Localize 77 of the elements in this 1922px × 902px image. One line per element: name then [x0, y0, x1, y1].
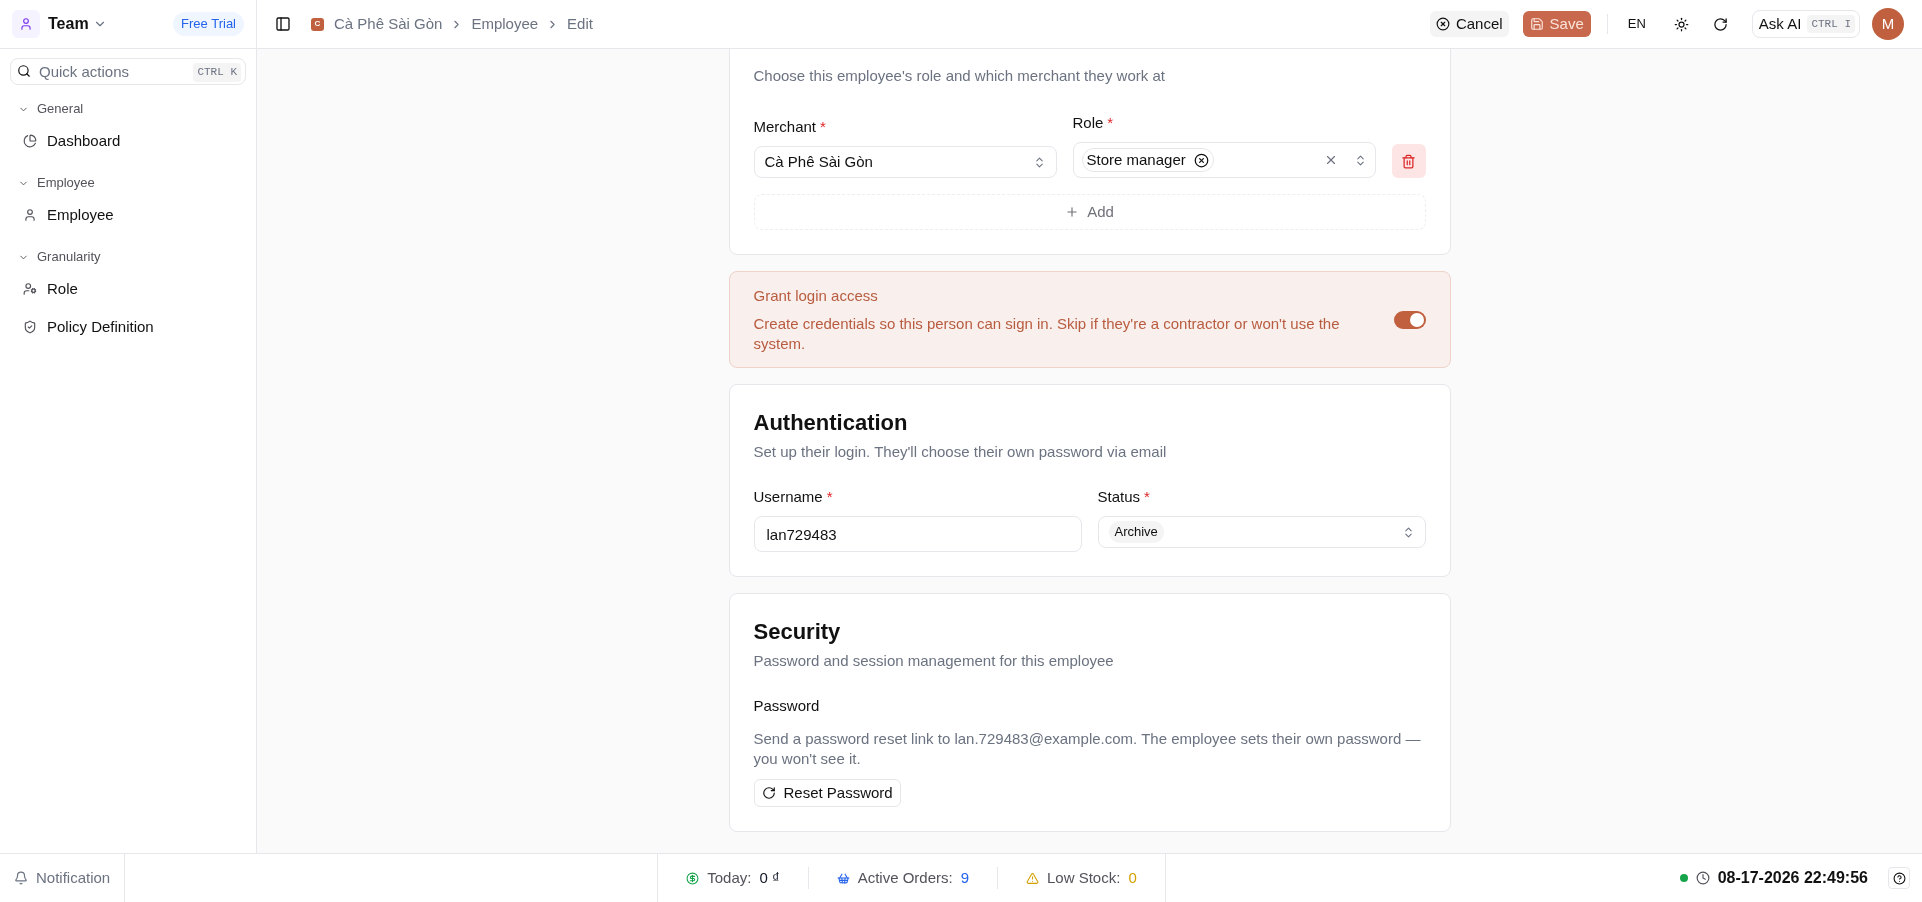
trash-icon [1401, 153, 1416, 169]
login-toggle[interactable] [1393, 310, 1426, 329]
nav-group-toggle[interactable]: Granularity [10, 245, 109, 269]
cancel-button[interactable]: Cancel [1429, 11, 1509, 37]
circle-x-icon [1435, 17, 1450, 31]
metric-value: 0 [1128, 867, 1137, 888]
password-help-text: Send a password reset link to lan.729483@example.com. The employee sets their own password — you won't see it. [753, 729, 1422, 769]
refresh-icon [761, 786, 776, 800]
nav-item[interactable]: Policy Definition [10, 309, 246, 345]
merchant-logo: C [311, 17, 324, 31]
basket-icon [836, 871, 850, 885]
shield-check-icon [23, 320, 37, 334]
status-select[interactable]: Archive [1097, 516, 1426, 548]
team-switcher[interactable]: Team [48, 12, 107, 36]
field-label: Username [753, 486, 823, 507]
bell-icon [14, 871, 28, 885]
panel-left-icon [275, 16, 291, 32]
required-mark: * [820, 116, 826, 137]
required-mark: * [826, 486, 833, 507]
help-icon [1892, 871, 1906, 885]
metric-value: 9 [960, 867, 969, 888]
section-subtitle: Set up their login. They'll choose their own password via email [753, 442, 1168, 462]
field-label: Merchant [753, 116, 817, 137]
warning-icon [1026, 871, 1039, 885]
user-icon [19, 17, 33, 31]
user-cog-icon [23, 282, 37, 296]
field-label: Password [753, 695, 821, 716]
metric-value: 0 ₫ [759, 867, 780, 888]
reset-password-button[interactable]: Reset Password [753, 779, 901, 807]
user-icon [23, 208, 37, 222]
panel-title: Grant login access [753, 286, 879, 307]
username-field[interactable]: lan729483 [753, 516, 1082, 552]
notification-button[interactable]: Notification [0, 854, 126, 902]
breadcrumb-link[interactable]: Cà Phê Sài Gòn [334, 12, 443, 36]
nav-group-toggle[interactable]: Employee [10, 171, 103, 195]
sidebar-toggle[interactable] [275, 16, 291, 32]
refresh-icon [1712, 16, 1728, 32]
section-subtitle: Password and session management for this employee [753, 651, 1115, 671]
save-icon [1529, 17, 1544, 31]
breadcrumb-link[interactable]: Edit [567, 12, 593, 36]
field-label: Role [1072, 112, 1104, 133]
ask-ai-button[interactable]: Ask AI CTRL I [1751, 10, 1860, 38]
metric-label: Today: [707, 867, 752, 888]
user-avatar[interactable]: M [1872, 8, 1904, 40]
add-button[interactable]: Add [753, 194, 1426, 230]
nav-group-toggle[interactable]: General [10, 97, 92, 121]
pie-chart-icon [23, 134, 37, 148]
panel-text: Create credentials so this person can sign in. Skip if they're a contractor or won't use the system. [753, 313, 1341, 354]
shortcut-hint: CTRL K [193, 63, 241, 82]
section-subtitle: Choose this employee's role and which merchant they work at [753, 66, 1166, 86]
nav-item[interactable]: Role [10, 271, 246, 307]
language-button[interactable]: EN [1623, 14, 1650, 34]
help-button[interactable] [1888, 867, 1910, 889]
section-title: Authentication [753, 409, 909, 437]
plus-icon [1065, 205, 1080, 219]
date-time: 08-17-2026 22:49:56 [1717, 868, 1868, 888]
clock-icon [1695, 871, 1710, 885]
field-label: Status [1097, 486, 1141, 507]
nav-item[interactable]: Employee [10, 197, 246, 233]
shortcut-hint: CTRL I [1807, 14, 1855, 34]
breadcrumb-link[interactable]: Employee [471, 12, 539, 36]
search-icon [17, 64, 31, 78]
section-title: Security [753, 618, 842, 646]
delete-button[interactable] [1391, 144, 1426, 178]
merchant-select[interactable]: Cà Phê Sài Gòn [753, 146, 1057, 178]
required-mark: * [1144, 486, 1150, 507]
plan-badge: Free Trial [173, 12, 244, 36]
metric-label: Low Stock: [1047, 867, 1121, 888]
metric-label: Active Orders: [857, 867, 953, 888]
role-select[interactable]: Store manager [1072, 142, 1376, 178]
theme-button[interactable] [1673, 16, 1689, 32]
required-mark: * [1107, 112, 1114, 133]
nav-item[interactable]: Dashboard [10, 123, 246, 159]
refresh-button[interactable] [1712, 16, 1728, 32]
remove-icon[interactable] [1193, 152, 1209, 168]
dollar-icon [686, 871, 700, 885]
sun-icon [1673, 16, 1689, 32]
